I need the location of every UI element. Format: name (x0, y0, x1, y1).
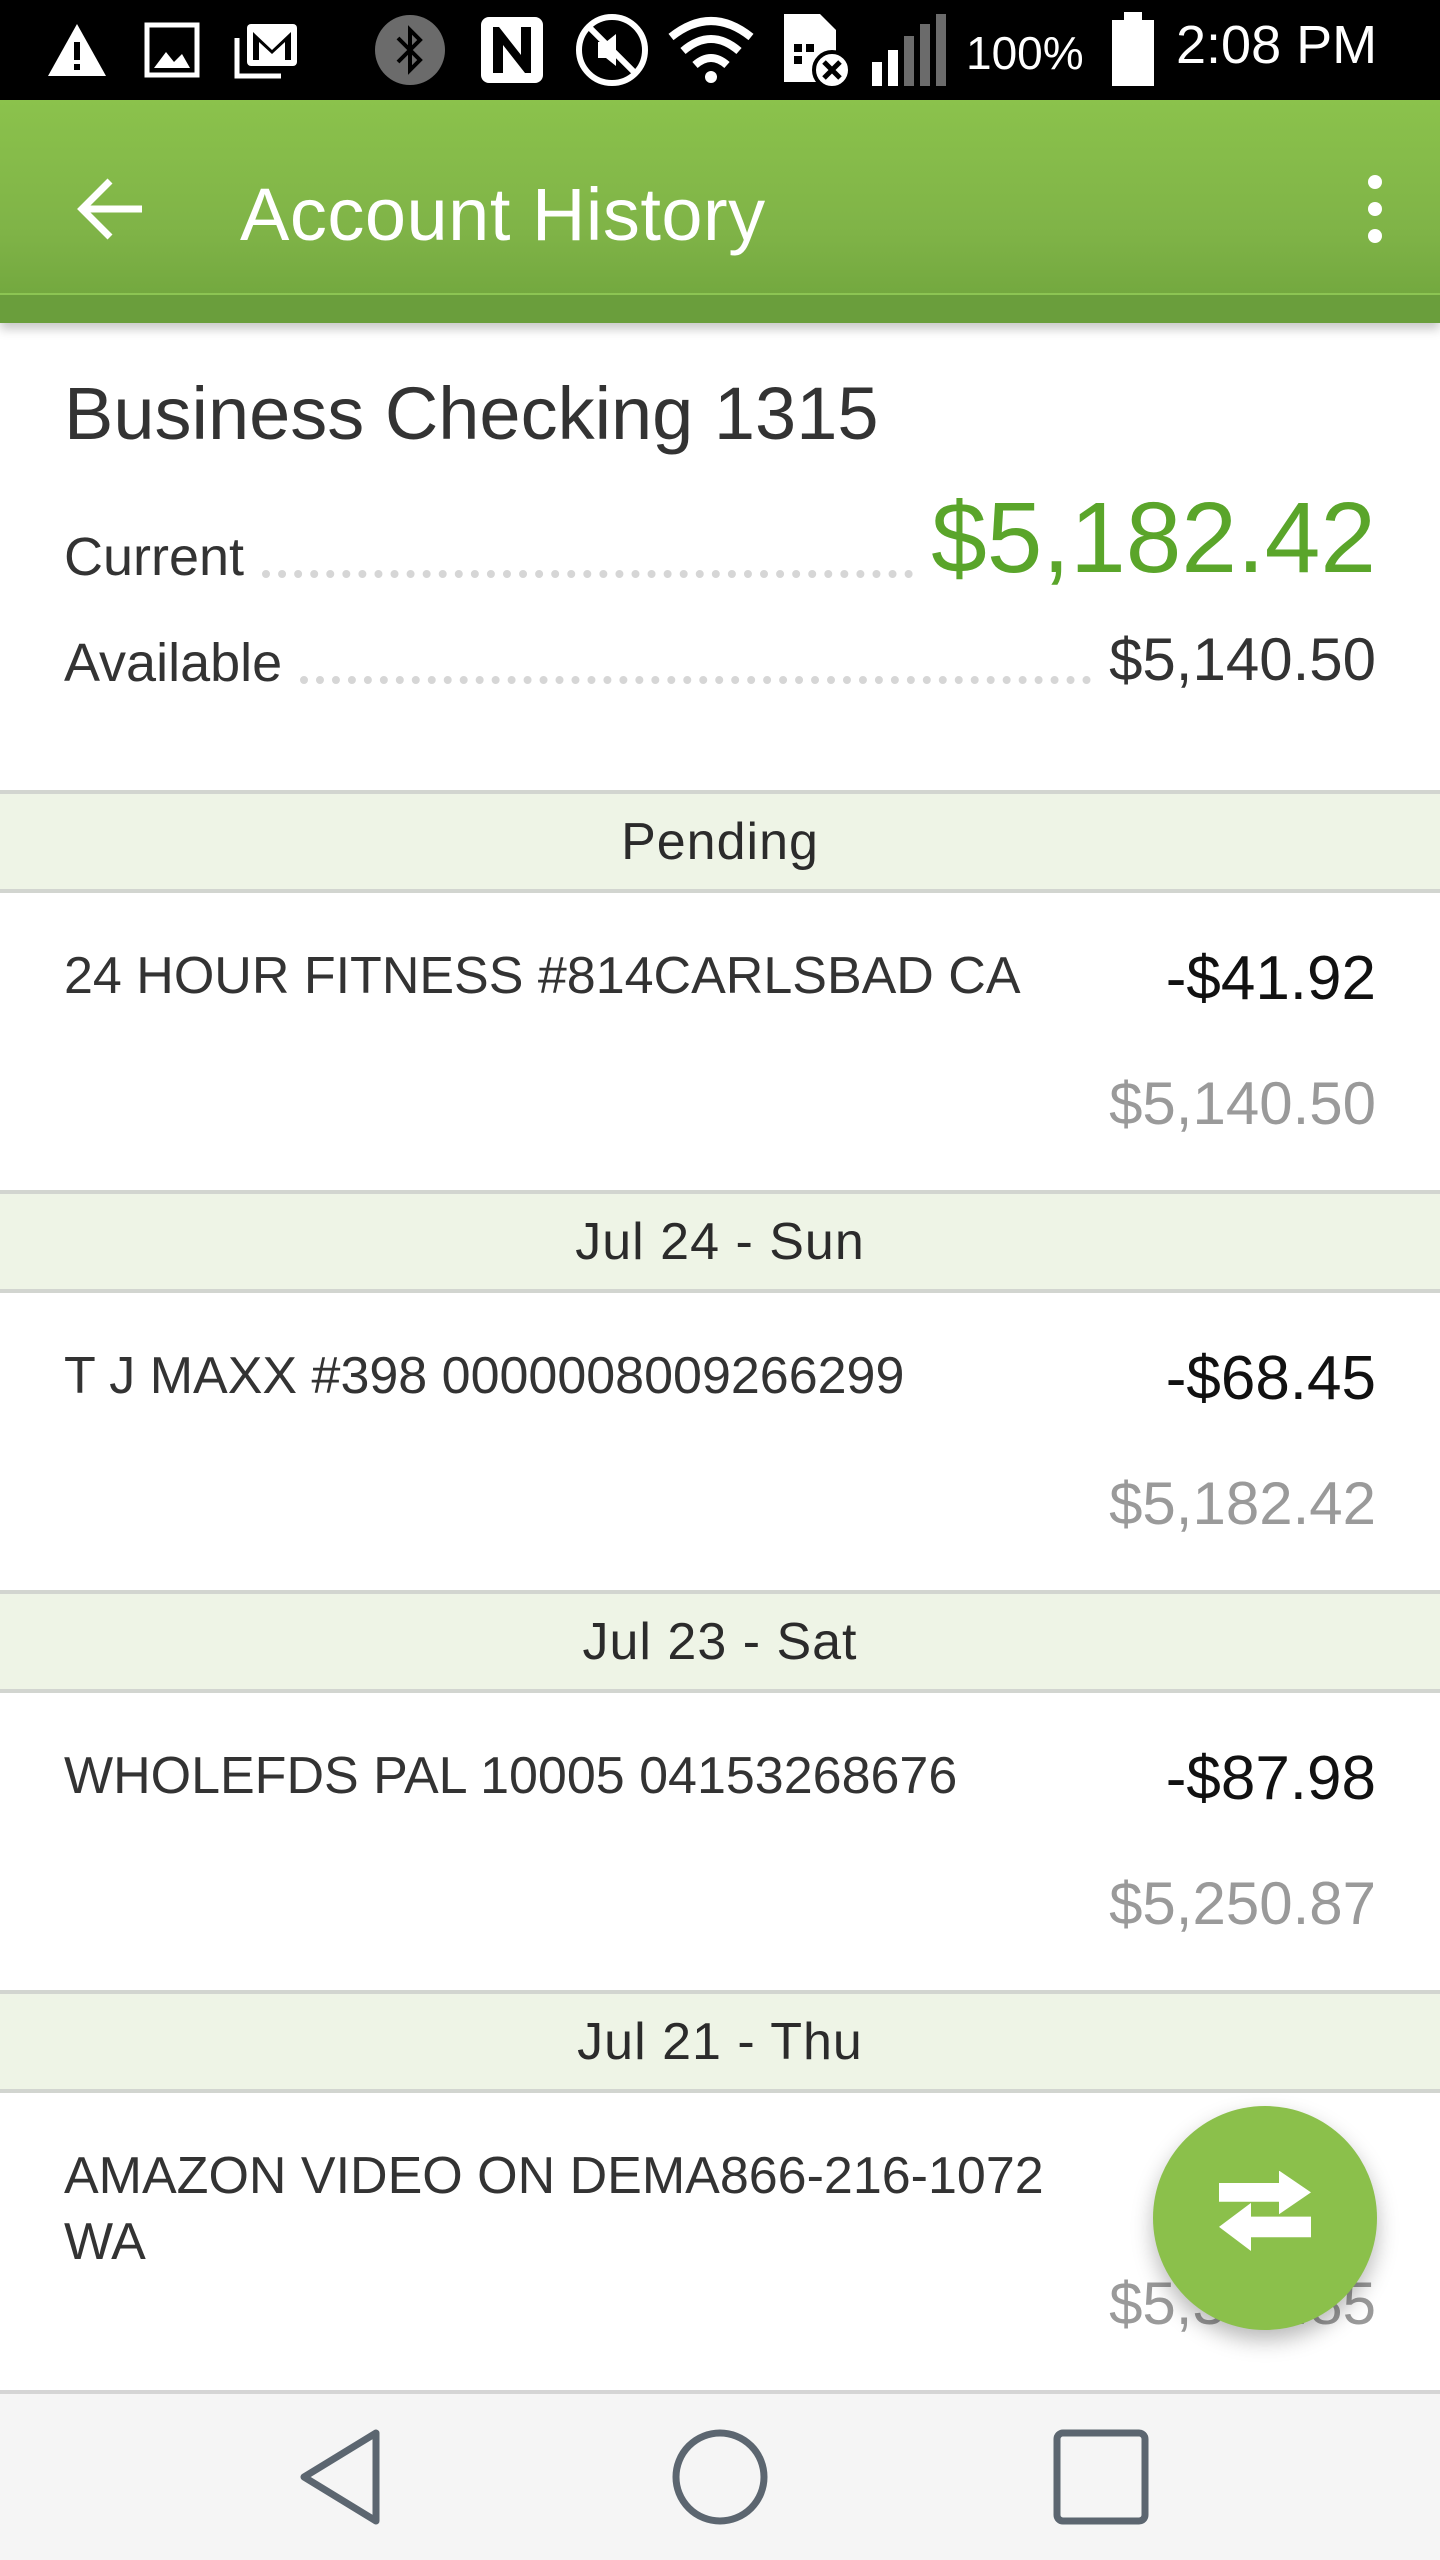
available-balance: $5,140.50 (1109, 626, 1376, 693)
running-balance: $5,182.42 (1109, 1470, 1376, 1537)
current-balance-row: Current $5,182.42 (64, 488, 1376, 588)
section-header-date: Jul 23 - Sat (0, 1590, 1440, 1693)
nfc-icon (478, 17, 546, 83)
available-label: Available (64, 633, 283, 693)
nav-home-button[interactable] (655, 2424, 785, 2534)
transaction-amount: -$41.92 (1165, 944, 1376, 1013)
section-header-label: Jul 24 - Sun (575, 1212, 865, 1271)
nav-recents-button[interactable] (1036, 2424, 1166, 2534)
section-header-date: Jul 21 - Thu (0, 1990, 1440, 2093)
warning-icon (44, 20, 110, 80)
app-bar: Account History (0, 100, 1440, 323)
available-balance-row: Available $5,140.50 (64, 625, 1376, 694)
section-header-label: Jul 21 - Thu (577, 2012, 863, 2071)
gmail-icon (232, 20, 304, 80)
overflow-menu-button[interactable] (1330, 166, 1420, 256)
section-header-label: Pending (621, 812, 819, 871)
battery-percent: 100% (966, 27, 1084, 79)
section-header-date: Jul 24 - Sun (0, 1190, 1440, 1293)
transaction-amount: -$87.98 (1165, 1744, 1376, 1813)
running-balance: $5,140.50 (1109, 1070, 1376, 1137)
transfer-icon (1215, 2170, 1315, 2266)
page-title: Account History (240, 173, 766, 256)
transaction-description: AMAZON VIDEO ON DEMA866-216-1072 WA (64, 2147, 1044, 2271)
current-label: Current (64, 527, 245, 587)
transaction-description: T J MAXX #398 0000008009266299 (64, 1347, 905, 1405)
clock: 2:08 PM (1176, 15, 1378, 75)
transaction-amount: -$68.45 (1165, 1344, 1376, 1413)
image-icon (142, 20, 202, 80)
battery-icon (1108, 12, 1158, 86)
nav-back-icon (296, 2427, 386, 2532)
back-button[interactable] (60, 166, 160, 256)
system-nav-bar (0, 2390, 1440, 2560)
section-header-label: Jul 23 - Sat (582, 1612, 858, 1671)
account-summary: Business Checking 1315 Current $5,182.42… (0, 323, 1440, 790)
status-bar: 100% 2:08 PM (0, 0, 1440, 100)
nav-back-button[interactable] (276, 2424, 406, 2534)
transfer-fab-button[interactable] (1153, 2106, 1377, 2330)
more-vert-icon (1365, 174, 1385, 249)
bluetooth-icon (372, 15, 448, 85)
nav-recents-icon (1051, 2427, 1151, 2532)
wifi-icon (666, 17, 756, 83)
transaction-row[interactable]: T J MAXX #398 0000008009266299 -$68.45 $… (0, 1293, 1440, 1590)
no-sim-icon (780, 14, 860, 90)
running-balance: $5,250.87 (1109, 1870, 1376, 1937)
transaction-description: 24 HOUR FITNESS #814CARLSBAD CA (64, 947, 1021, 1005)
dotted-leader (262, 570, 914, 578)
arrow-left-icon (74, 177, 146, 246)
app-bar-stripe (0, 293, 1440, 323)
current-balance: $5,182.42 (931, 482, 1376, 594)
transaction-row[interactable]: 24 HOUR FITNESS #814CARLSBAD CA -$41.92 … (0, 893, 1440, 1190)
mute-icon (572, 14, 652, 86)
section-header-pending: Pending (0, 790, 1440, 893)
nav-home-icon (670, 2427, 770, 2532)
dotted-leader (300, 676, 1092, 684)
signal-icon (868, 14, 952, 86)
transaction-description: WHOLEFDS PAL 10005 04153268676 (64, 1747, 958, 1805)
transaction-row[interactable]: WHOLEFDS PAL 10005 04153268676 -$87.98 $… (0, 1693, 1440, 1990)
account-name: Business Checking 1315 (64, 372, 879, 455)
